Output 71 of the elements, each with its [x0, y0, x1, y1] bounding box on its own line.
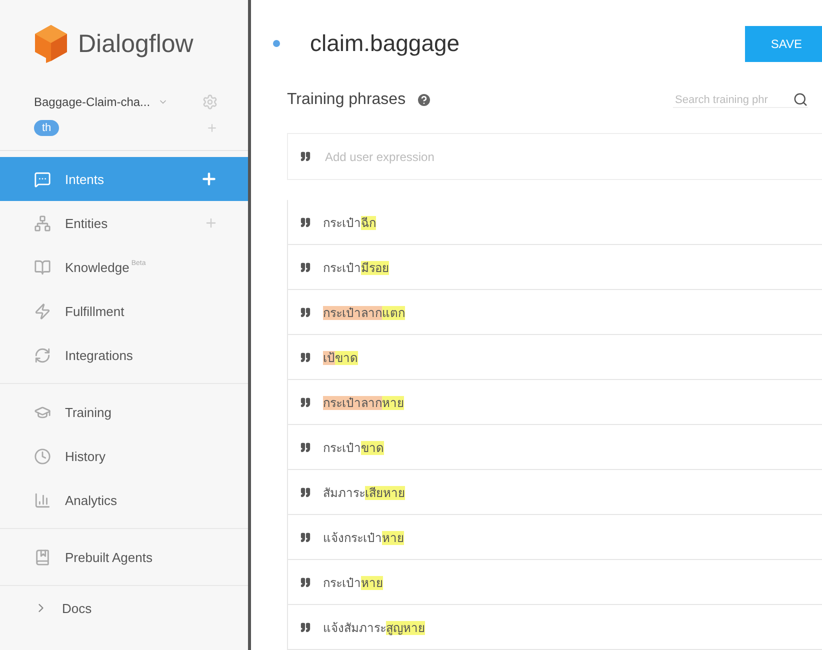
- quote-icon: [300, 532, 311, 542]
- phrase-row[interactable]: แจ้งสัมภาระสูญหาย: [288, 605, 822, 650]
- nav-icon: [34, 170, 51, 188]
- quote-icon: [300, 306, 311, 318]
- section-title: Training phrases: [287, 91, 406, 110]
- quote-icon: [300, 352, 311, 362]
- quote-icon: [300, 442, 311, 452]
- nav-item[interactable]: Prebuilt Agents: [0, 535, 248, 579]
- quote-icon: [300, 262, 311, 272]
- add-icon[interactable]: [206, 122, 218, 134]
- nav-icon: [34, 302, 51, 320]
- expression-field[interactable]: Add user expression: [287, 133, 822, 180]
- quote-icon: [300, 486, 311, 498]
- nav-item[interactable]: Integrations: [0, 333, 248, 377]
- phrase-row[interactable]: กระเป๋าฉีก: [288, 200, 822, 245]
- docs-link[interactable]: Docs: [0, 586, 248, 630]
- nav-label: Analytics: [65, 492, 118, 508]
- quote-icon: [300, 576, 311, 588]
- nav-label: Entities: [65, 216, 108, 230]
- nav-item[interactable]: Training: [0, 390, 248, 434]
- input-field[interactable]: Add user expression: [323, 148, 822, 165]
- nav-label: Intents: [65, 172, 104, 186]
- quote-icon: [300, 151, 311, 162]
- phrase-row[interactable]: เป้ขาด: [288, 335, 822, 380]
- nav-label: Training: [65, 404, 112, 420]
- nav-icon: [34, 448, 51, 464]
- nav-icon: [34, 548, 51, 566]
- phrase-row[interactable]: กระเป๋าขาด: [288, 425, 822, 470]
- phrase-row[interactable]: แจ้งกระเป๋าหาย: [288, 515, 822, 560]
- nav-label: Fulfillment: [65, 304, 124, 318]
- training-phrase: กระเป๋าลากหาย: [323, 394, 404, 412]
- training-phrase: สัมภาระเสียหาย: [323, 484, 405, 502]
- nav-label: Integrations: [65, 348, 133, 362]
- training-phrase: กระเป๋าลากแตก: [323, 304, 405, 322]
- training-phrase: กระเป๋าหาย: [323, 574, 383, 592]
- phrase-row[interactable]: สัมภาระเสียหาย: [288, 470, 822, 515]
- brand-name: Dialogflow: [78, 30, 194, 58]
- add-icon[interactable]: [204, 216, 218, 230]
- training-phrase: แจ้งสัมภาระสูญหาย: [323, 620, 425, 636]
- nav-label: Prebuilt Agents: [65, 550, 152, 564]
- logo-icon: [34, 24, 68, 64]
- training-phrase: แจ้งกระเป๋าหาย: [323, 530, 404, 546]
- intent-title: claim.baggage: [310, 30, 461, 58]
- phrase-row[interactable]: กระเป๋าลากแตก: [288, 290, 822, 335]
- search-icon[interactable]: [793, 92, 808, 108]
- training-phrase: กระเป๋าฉีก: [323, 214, 376, 232]
- nav-item[interactable]: History: [0, 434, 248, 478]
- training-phrase: เป้ขาด: [323, 350, 358, 366]
- nav-item[interactable]: Analytics: [0, 478, 248, 522]
- nav-item[interactable]: Fulfillment: [0, 289, 248, 333]
- nav-label: Knowledge: [65, 260, 130, 274]
- phrase-row[interactable]: กระเป๋าหาย: [288, 560, 822, 605]
- nav-label: History: [65, 448, 106, 464]
- quote-icon: [300, 396, 311, 408]
- quote-icon: [300, 622, 311, 632]
- add-icon[interactable]: [200, 170, 218, 188]
- settings-icon[interactable]: [202, 94, 218, 110]
- agent-selector[interactable]: Baggage-Claim-cha...: [34, 95, 150, 109]
- search-field[interactable]: Search training phr: [673, 92, 808, 108]
- quote-icon: [300, 216, 311, 228]
- phrase-row[interactable]: กระเป๋าลากหาย: [288, 380, 822, 425]
- help-icon[interactable]: [416, 92, 432, 108]
- training-phrase: กระเป๋าขาด: [323, 440, 384, 456]
- nav-icon: [34, 258, 51, 276]
- nav-icon: [34, 492, 51, 508]
- nav-item[interactable]: Entities: [0, 201, 248, 245]
- training-phrase: กระเป๋ามีรอย: [323, 260, 389, 276]
- nav-icon: [34, 346, 51, 364]
- nav-icon: [34, 214, 51, 232]
- phrase-row[interactable]: กระเป๋ามีรอย: [288, 245, 822, 290]
- status-dot: [273, 40, 280, 48]
